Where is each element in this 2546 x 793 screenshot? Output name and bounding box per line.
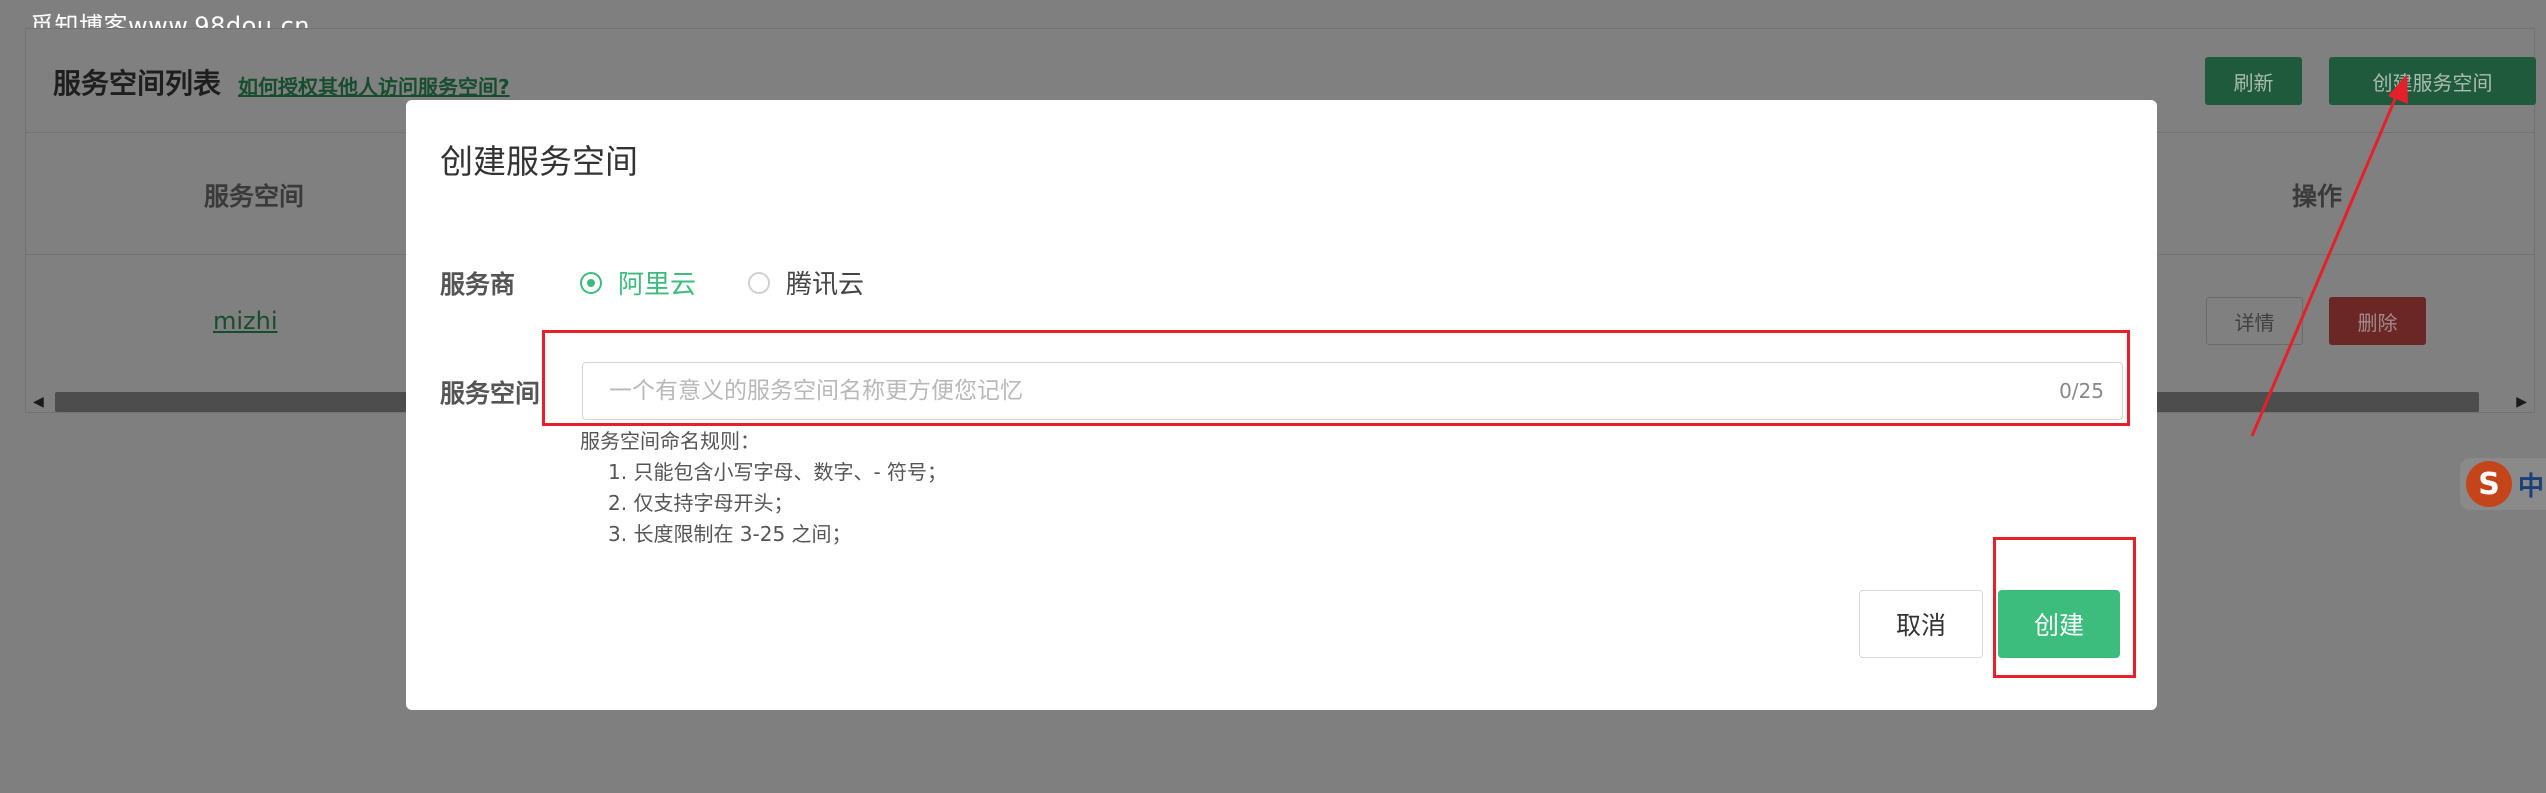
annotation-arrow-icon [2250,74,2408,437]
